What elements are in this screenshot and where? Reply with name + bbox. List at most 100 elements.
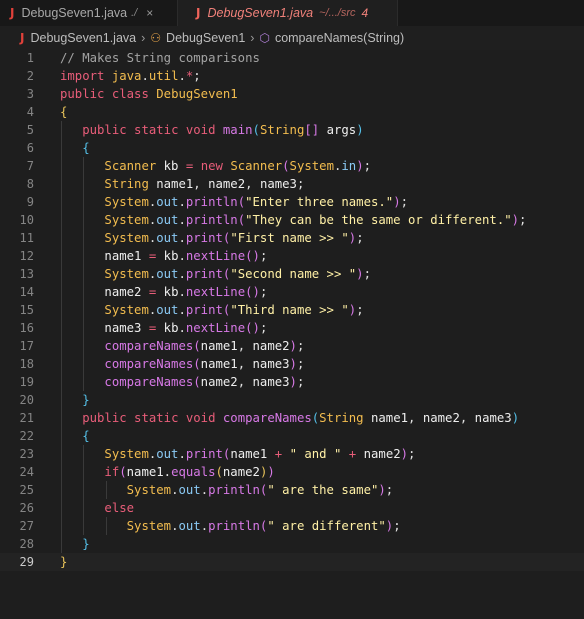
tab-label: DebugSeven1.java — [207, 6, 314, 20]
line-number: 24 — [19, 465, 34, 479]
code-line[interactable]: 23 System.out.print(name1 + " and " + na… — [0, 445, 584, 463]
code-line[interactable]: 28 } — [0, 535, 584, 553]
code-line[interactable]: 14 name2 = kb.nextLine(); — [0, 283, 584, 301]
line-number: 20 — [19, 393, 34, 407]
code-text: String name1, name2, name3; — [104, 177, 305, 191]
code-line[interactable]: 7 Scanner kb = new Scanner(System.in); — [0, 157, 584, 175]
java-file-icon: J — [20, 31, 25, 45]
line-number: 22 — [19, 429, 34, 443]
indent-guide — [83, 445, 85, 535]
code-line[interactable]: 2 import java.util.*; — [0, 67, 584, 85]
line-number: 29 — [19, 555, 34, 569]
code-line[interactable]: 27 System.out.println(" are different"); — [0, 517, 584, 535]
line-number: 13 — [19, 267, 34, 281]
code-text: public class DebugSeven1 — [60, 87, 238, 101]
code-line[interactable]: 6 { — [0, 139, 584, 157]
breadcrumb-file[interactable]: DebugSeven1.java — [30, 31, 136, 45]
code-text: import java.util.*; — [60, 69, 201, 83]
line-number: 8 — [26, 177, 34, 191]
method-cube-icon: ⬡ — [259, 31, 270, 45]
code-text: name3 = kb.nextLine(); — [104, 321, 268, 335]
code-text: System.out.println(" are different"); — [126, 519, 401, 533]
code-line[interactable]: 21 public static void compareNames(Strin… — [0, 409, 584, 427]
chevron-right-icon: › — [250, 31, 255, 45]
indent-guide — [105, 481, 107, 499]
code-text: System.out.println("They can be the same… — [104, 213, 527, 227]
tab-bar: J DebugSeven1.java ./ × J DebugSeven1.ja… — [0, 0, 584, 26]
code-line[interactable]: 29} — [0, 553, 584, 571]
code-text: name2 = kb.nextLine(); — [104, 285, 268, 299]
code-line[interactable]: 11 System.out.print("First name >> "); — [0, 229, 584, 247]
code-line[interactable]: 17 compareNames(name1, name2); — [0, 337, 584, 355]
java-file-icon: J — [196, 6, 201, 20]
breadcrumb-method[interactable]: compareNames(String) — [275, 31, 404, 45]
line-number: 17 — [19, 339, 34, 353]
code-line[interactable]: 8 String name1, name2, name3; — [0, 175, 584, 193]
code-text: compareNames(name1, name2); — [104, 339, 305, 353]
line-number: 7 — [26, 159, 34, 173]
code-text: { — [82, 141, 90, 155]
breadcrumb-class[interactable]: DebugSeven1 — [166, 31, 245, 45]
code-line[interactable]: 26 else — [0, 499, 584, 517]
chevron-right-icon: › — [141, 31, 146, 45]
code-line[interactable]: 22 { — [0, 427, 584, 445]
code-line[interactable]: 9 System.out.println("Enter three names.… — [0, 193, 584, 211]
close-icon[interactable]: × — [146, 6, 153, 20]
code-text: System.out.print("Third name >> "); — [104, 303, 364, 317]
line-number: 3 — [26, 87, 34, 101]
code-text: name1 = kb.nextLine(); — [104, 249, 268, 263]
code-line[interactable]: 16 name3 = kb.nextLine(); — [0, 319, 584, 337]
code-text: public static void compareNames(String n… — [82, 411, 520, 425]
code-text: // Makes String comparisons — [60, 51, 260, 65]
indent-guide — [61, 121, 62, 553]
code-line[interactable]: 3 public class DebugSeven1 — [0, 85, 584, 103]
class-icon: ⚇ — [150, 31, 162, 45]
line-number: 14 — [19, 285, 34, 299]
code-text: else — [104, 501, 135, 515]
code-text: System.out.print(name1 + " and " + name2… — [104, 447, 416, 461]
line-number: 28 — [19, 537, 34, 551]
code-line[interactable]: 5 public static void main(String[] args) — [0, 121, 584, 139]
line-number: 1 — [26, 51, 34, 65]
code-line[interactable]: 25 System.out.println(" are the same"); — [0, 481, 584, 499]
code-text: } — [60, 555, 68, 569]
tab-debugseven1-local[interactable]: J DebugSeven1.java ./ × — [0, 0, 178, 26]
line-number: 23 — [19, 447, 34, 461]
line-number: 5 — [26, 123, 34, 137]
line-number: 4 — [26, 105, 34, 119]
code-text: System.out.println(" are the same"); — [126, 483, 394, 497]
code-text: System.out.println("Enter three names.")… — [104, 195, 408, 209]
code-text: System.out.print("First name >> "); — [104, 231, 364, 245]
tab-label: DebugSeven1.java — [21, 6, 128, 20]
line-number: 10 — [19, 213, 34, 227]
code-text: } — [82, 537, 90, 551]
code-line[interactable]: 15 System.out.print("Third name >> "); — [0, 301, 584, 319]
line-number: 15 — [19, 303, 34, 317]
code-text: } — [82, 393, 90, 407]
indent-guide — [83, 157, 85, 391]
tab-debugseven1-src[interactable]: J DebugSeven1.java ~/.../src 4 — [178, 0, 398, 26]
code-editor[interactable]: 1 // Makes String comparisons 2 import java… — [0, 48, 584, 619]
code-line[interactable]: 18 compareNames(name1, name3); — [0, 355, 584, 373]
code-text: Scanner kb = new Scanner(System.in); — [104, 159, 371, 173]
line-number: 9 — [26, 195, 34, 209]
code-line[interactable]: 4{ — [0, 103, 584, 121]
code-text: { — [60, 105, 68, 119]
code-line[interactable]: 12 name1 = kb.nextLine(); — [0, 247, 584, 265]
code-line[interactable]: 24 if(name1.equals(name2)) — [0, 463, 584, 481]
line-number: 27 — [19, 519, 34, 533]
breadcrumb: J DebugSeven1.java › ⚇ DebugSeven1 › ⬡ c… — [0, 26, 584, 50]
code-text: System.out.print("Second name >> "); — [104, 267, 371, 281]
indent-guide — [105, 517, 107, 535]
code-line[interactable]: 19 compareNames(name2, name3); — [0, 373, 584, 391]
tab-path: ~/.../src — [319, 7, 356, 19]
line-number: 21 — [19, 411, 34, 425]
line-number: 19 — [19, 375, 34, 389]
code-text: public static void main(String[] args) — [82, 123, 364, 137]
code-line[interactable]: 10 System.out.println("They can be the s… — [0, 211, 584, 229]
code-line[interactable]: 13 System.out.print("Second name >> "); — [0, 265, 584, 283]
line-number: 16 — [19, 321, 34, 335]
java-file-icon: J — [10, 6, 15, 20]
code-line[interactable]: 20 } — [0, 391, 584, 409]
code-line[interactable]: 1 // Makes String comparisons — [0, 49, 584, 67]
